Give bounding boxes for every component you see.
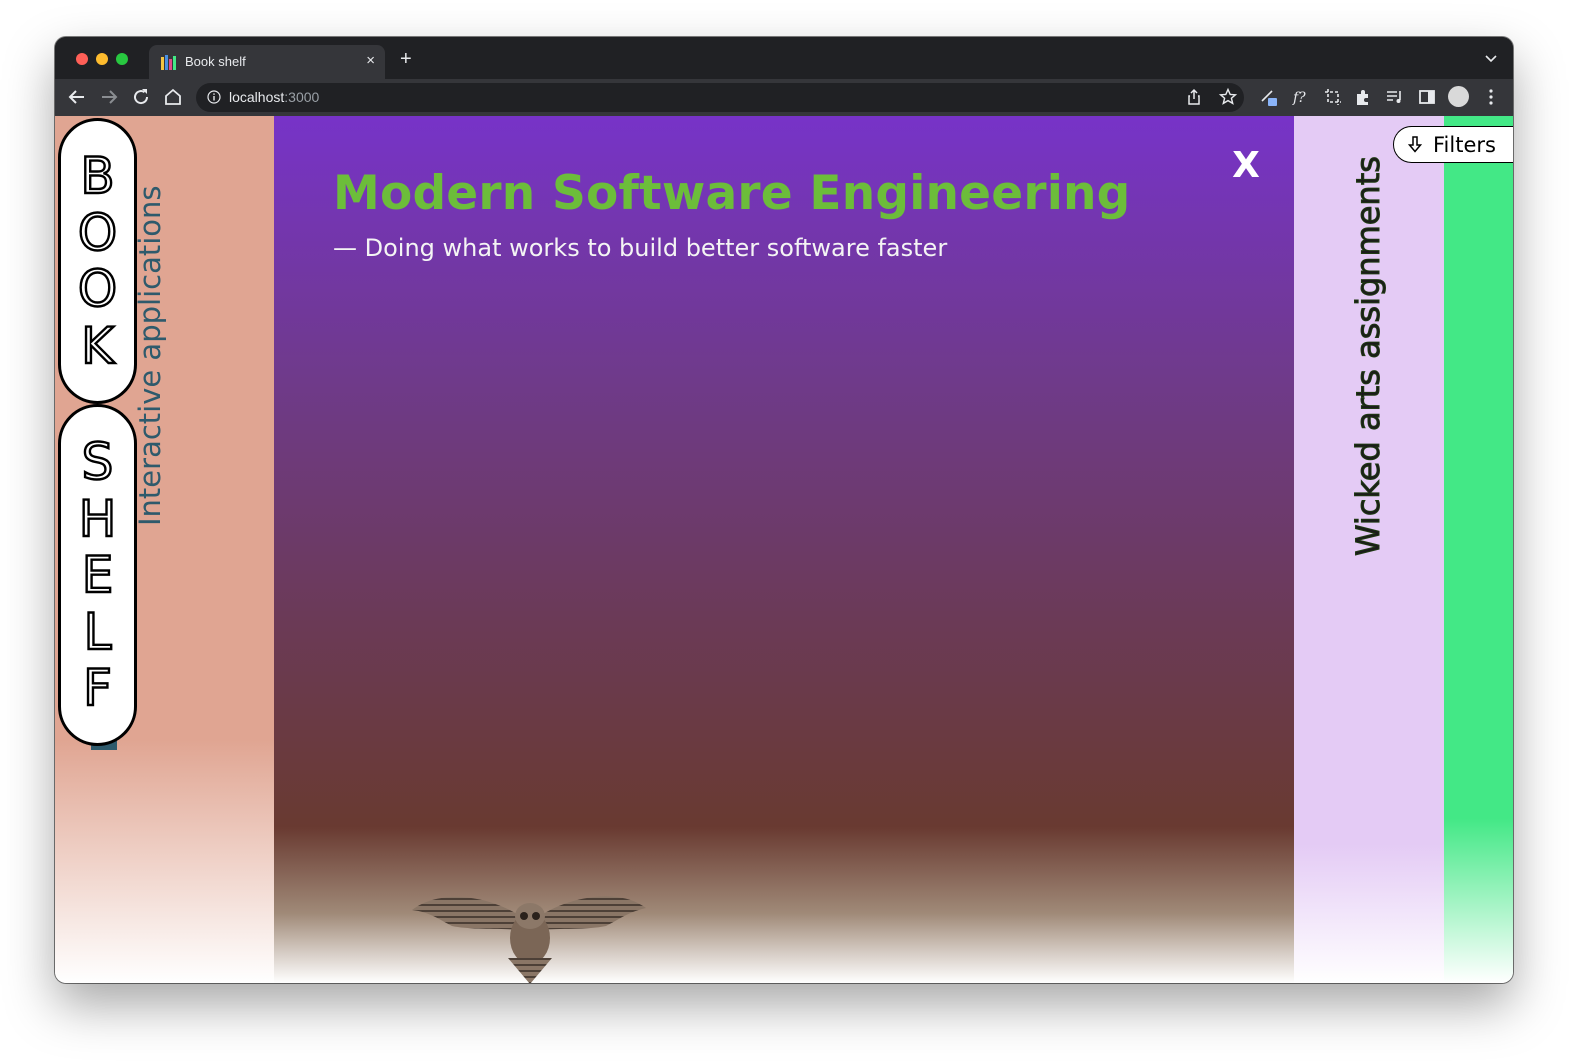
logo-letter: H <box>77 489 117 548</box>
logo-letter: K <box>80 316 115 375</box>
logo-shelf-pill[interactable]: S H E L F <box>58 404 137 746</box>
forward-icon[interactable] <box>97 85 121 109</box>
tab-close-icon[interactable]: × <box>366 52 375 69</box>
close-button[interactable]: X <box>1223 146 1269 186</box>
bookmark-star-icon[interactable] <box>1218 87 1238 107</box>
url-text: localhost:3000 <box>229 89 319 105</box>
filters-label: Filters <box>1433 133 1496 157</box>
logo-letter: B <box>79 147 116 205</box>
maximize-window-button[interactable] <box>116 53 128 65</box>
filters-button[interactable]: Filters <box>1393 126 1513 163</box>
extension-font-icon[interactable]: f? <box>1291 87 1311 107</box>
logo-letter: F <box>82 659 113 717</box>
share-icon[interactable] <box>1184 87 1204 107</box>
book-title: Modern Software Engineering <box>333 166 1131 221</box>
extension-pen-icon[interactable] <box>1259 87 1279 107</box>
new-tab-button[interactable]: + <box>400 49 412 69</box>
logo-letter: O <box>77 260 119 318</box>
back-icon[interactable] <box>65 85 89 109</box>
extension-crop-icon[interactable] <box>1323 87 1343 107</box>
browser-window: Book shelf × + localhost:3000 f? Interac… <box>55 37 1513 983</box>
profile-avatar-icon[interactable] <box>1448 86 1469 107</box>
shelf-wicked-arts-assignments[interactable]: Wicked arts assignments <box>1294 116 1444 983</box>
shelf-title-wicked-arts-assignments[interactable]: Wicked arts assignments <box>1348 146 1388 557</box>
owl-illustration <box>412 896 646 983</box>
logo-shelf-letters: S H E L F <box>61 407 134 717</box>
logo-book-letters: B O O K <box>61 121 134 375</box>
book-detail-panel: Modern Software Engineering — Doing what… <box>274 116 1294 983</box>
logo-letter: S <box>80 433 114 491</box>
bookshelf-favicon-icon <box>161 55 177 70</box>
url-host: localhost <box>229 89 285 105</box>
extensions-puzzle-icon[interactable] <box>1353 87 1373 107</box>
logo-book-pill[interactable]: B O O K <box>58 118 137 404</box>
home-icon[interactable] <box>161 85 185 109</box>
bookshelf-page: Interactive applications B O O K S H E L… <box>55 116 1513 983</box>
arrow-down-icon <box>1408 136 1422 153</box>
browser-tab[interactable]: Book shelf × <box>149 45 385 79</box>
tab-title: Book shelf <box>185 54 246 69</box>
url-port: :3000 <box>284 89 320 105</box>
side-panel-icon[interactable] <box>1417 87 1437 107</box>
shelf-title-interactive-applications[interactable]: Interactive applications <box>133 146 167 526</box>
shelf-green[interactable] <box>1444 116 1513 983</box>
browser-toolbar: localhost:3000 f? <box>55 79 1513 116</box>
logo-letter: O <box>77 203 119 262</box>
media-control-icon[interactable] <box>1384 87 1404 107</box>
reload-icon[interactable] <box>129 85 153 109</box>
close-window-button[interactable] <box>76 53 88 65</box>
book-subtitle: — Doing what works to build better softw… <box>333 234 948 262</box>
site-info-icon[interactable] <box>207 90 221 104</box>
logo-letter: L <box>82 602 112 661</box>
logo-letter: E <box>81 546 115 604</box>
tab-strip: Book shelf × + <box>55 37 1513 79</box>
tab-search-chevron-icon[interactable] <box>1483 51 1499 65</box>
minimize-window-button[interactable] <box>96 53 108 65</box>
svg-text:f?: f? <box>1292 90 1306 106</box>
shelf-interactive-applications[interactable]: Interactive applications B O O K S H E L… <box>55 116 274 983</box>
address-bar[interactable]: localhost:3000 <box>196 83 1244 112</box>
kebab-menu-icon[interactable] <box>1481 87 1501 107</box>
